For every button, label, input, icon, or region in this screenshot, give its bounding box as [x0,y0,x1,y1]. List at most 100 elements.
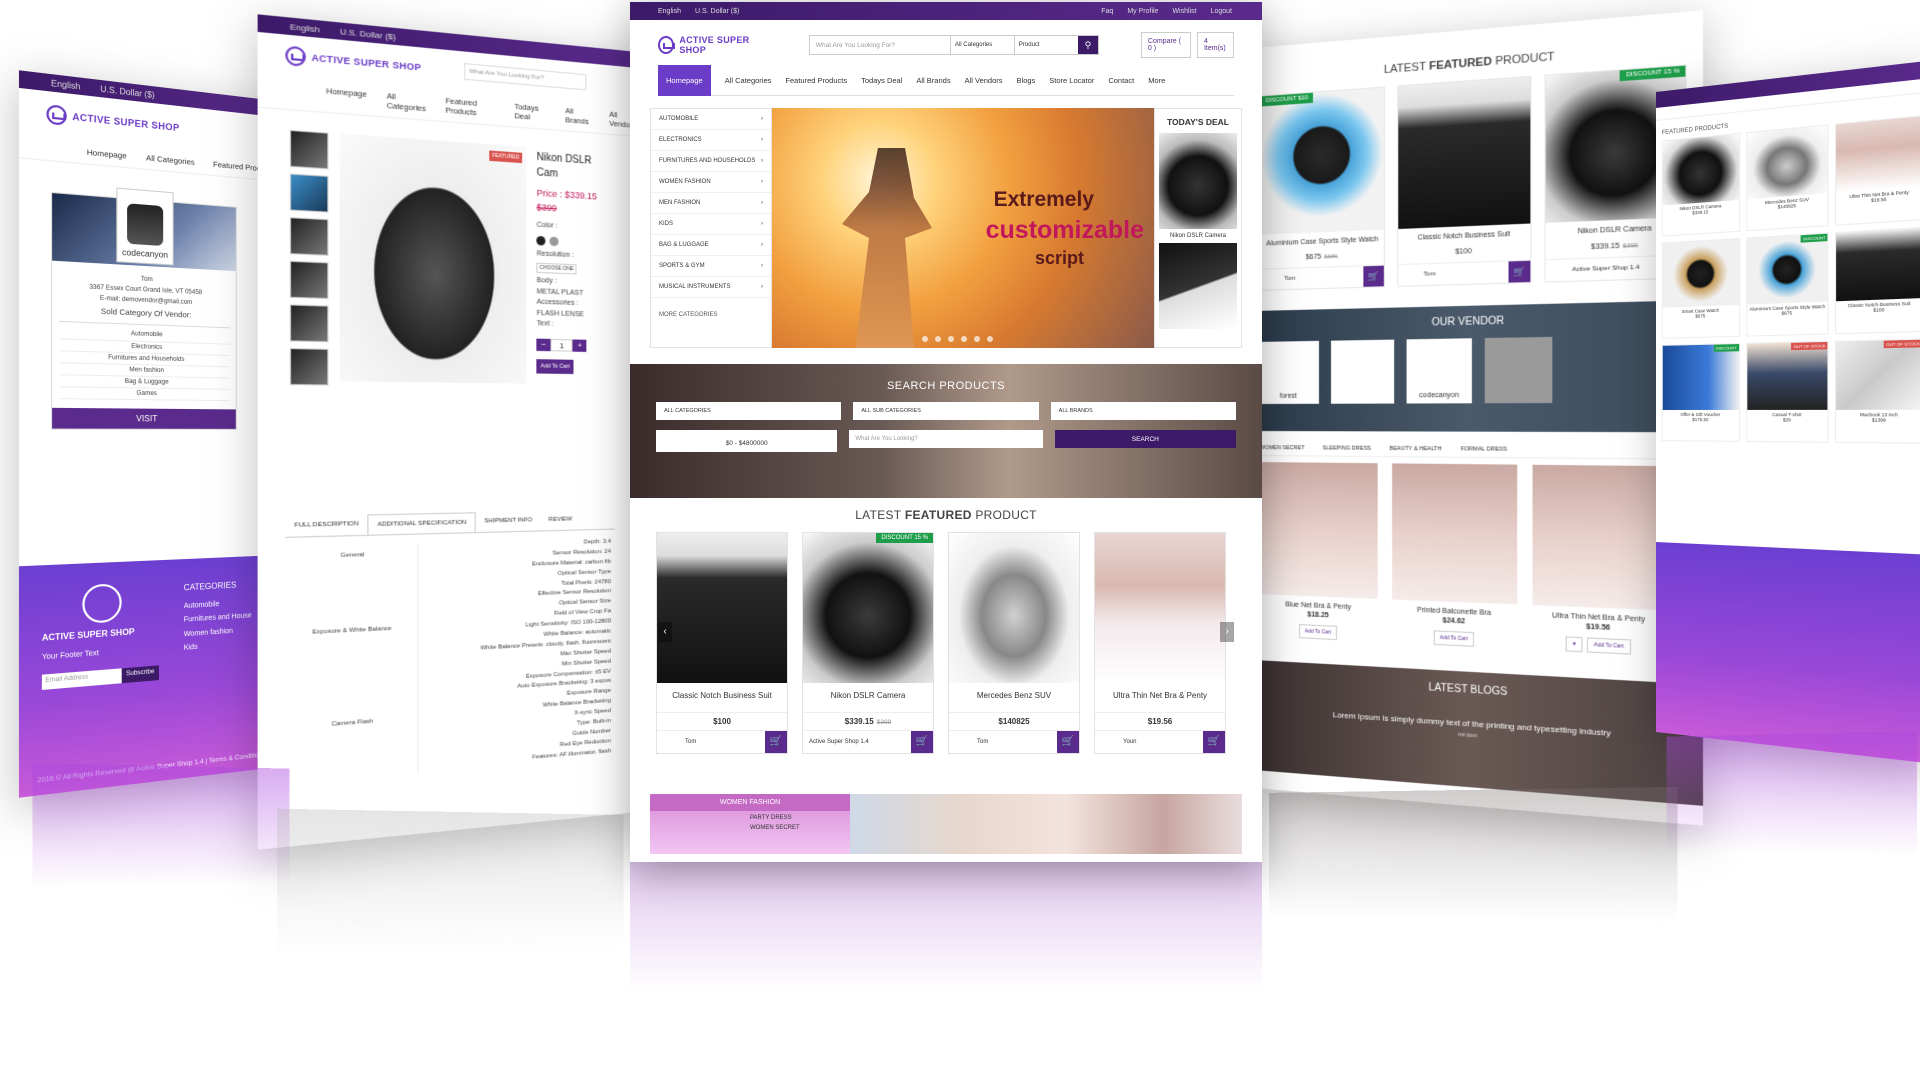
product-card[interactable]: Classic Notch Business Suit $100 Tom 🛒 [656,532,788,754]
product-image[interactable] [1836,339,1920,410]
tab-shipment-info[interactable]: SHIPMENT INFO [476,511,541,532]
color-swatch-black[interactable] [536,235,546,246]
subscribe-button[interactable]: Subscribe [121,665,159,684]
seller-name[interactable]: Tom [949,739,988,745]
slider-dot[interactable] [987,336,993,342]
product-image[interactable] [1260,87,1385,235]
cart-icon[interactable]: 🛒 [911,731,933,753]
search-input[interactable]: What Are You Looking For? [463,62,586,91]
deal-product-image[interactable] [1159,243,1237,329]
nav-contact[interactable]: Contact [1108,76,1134,85]
product-main-image[interactable]: FEATURED [339,133,527,384]
product-card[interactable]: DISCOUNT 15 % Nikon DSLR Camera $339.15 $… [802,532,934,754]
currency-select[interactable]: U.S. Dollar ($) [695,8,739,15]
seller-name[interactable]: Active Super Shop 1.4 [1545,265,1640,274]
nav-all-vendors[interactable]: All Vendors [965,76,1003,85]
vendor-avatar-icon[interactable] [1484,336,1553,404]
product-image[interactable] [1532,464,1666,611]
category-menu-item[interactable]: KIDS › [651,214,771,235]
site-logo[interactable]: ACTIVE SUPER SHOP [46,104,179,137]
product-image[interactable] [1259,462,1378,599]
vendor-logo[interactable]: codecanyon [1406,338,1472,404]
keyword-input[interactable]: What Are You Looking? [849,430,1043,448]
category-menu-item[interactable]: MEN FASHION › [651,193,771,214]
product-card[interactable]: Ultra Thin Net Bra & Penty $19.56 ♥ Add T… [1532,464,1666,657]
all-brands-select[interactable]: ALL BRANDS [1050,402,1236,420]
language-select[interactable]: English [290,21,320,34]
wishlist-heart-icon[interactable]: ♥ [1566,636,1583,653]
hero-slider[interactable]: Extremely customizable script [772,108,1154,348]
seller-name[interactable]: Active Super Shop 1.4 [803,739,869,745]
body-option-radio[interactable]: PLAST [561,289,583,297]
add-to-cart-button[interactable]: Add To Cart [536,358,574,374]
language-select[interactable]: English [658,8,681,15]
product-image[interactable] [1836,227,1920,302]
accessory-checkbox[interactable]: FLASH [537,309,560,317]
product-card[interactable]: Mercedes Benz SUV $140825 Tom 🛒 [948,532,1080,754]
tab-formal-dress[interactable]: FORMAL DRESS [1461,446,1507,453]
nav-store-locator[interactable]: Store Locator [1049,76,1094,85]
product-thumbnail[interactable] [289,129,329,170]
all-categories-select[interactable]: ALL CATEGORIES [656,402,842,420]
nav-all-brands[interactable]: All Brands [565,106,591,126]
tab-full-description[interactable]: FULL DESCRIPTION [285,514,367,536]
product-image[interactable] [1398,76,1530,230]
product-name[interactable]: Nikon DSLR Camera [803,683,933,713]
tab-beauty-health[interactable]: BEAUTY & HEALTH [1390,446,1442,453]
cart-icon[interactable]: 🛒 [1057,731,1079,753]
grid-product-card[interactable]: OUT OF STOCK Macbook 13 inch $1399 [1835,338,1920,444]
color-swatch-grey[interactable] [549,236,559,246]
product-image[interactable] [1746,233,1828,305]
category-select[interactable]: All Categories [949,36,1014,54]
search-button[interactable]: SEARCH [1054,430,1236,448]
nav-all-categories[interactable]: All Categories [387,91,426,113]
category-menu-item[interactable]: WOMEN FASHION › [651,172,771,193]
site-logo[interactable]: ACTIVE SUPER SHOP [285,45,421,77]
women-fashion-images[interactable] [850,794,1242,854]
resolution-select[interactable]: CHOOSE ONE [536,262,577,275]
product-name[interactable]: Mercedes Benz SUV [949,683,1079,713]
product-name[interactable]: Ultra Thin Net Bra & Penty [1095,683,1225,713]
product-image[interactable] [803,533,933,683]
qty-plus-button[interactable]: + [572,338,587,352]
women-fashion-link[interactable]: WOMEN SECRET [750,824,850,834]
price-range-slider[interactable]: $0 - $4800000 [656,430,838,452]
category-menu-item[interactable]: SPORTS & GYM › [651,256,771,277]
product-image[interactable] [1392,463,1518,605]
category-menu-item[interactable]: BAG & LUGGAGE › [651,235,771,256]
slider-dot[interactable] [935,336,941,342]
product-image[interactable] [1746,125,1828,200]
vendor-logo[interactable] [1331,339,1395,404]
product-thumbnail[interactable] [289,173,329,213]
category-menu-item[interactable]: MUSICAL INSTRUMENTS › [651,277,771,298]
product-image[interactable] [1746,341,1828,410]
grid-product-card[interactable]: Mercedes Benz SUV $140825 [1745,124,1829,232]
cart-button[interactable]: 4 Item(s) [1196,32,1234,58]
faq-link[interactable]: Faq [1101,8,1113,15]
category-menu-item[interactable]: AUTOMOBILE › [651,109,771,130]
product-card[interactable]: Classic Notch Business Suit $100 Tom 🛒 [1397,75,1532,287]
add-to-cart-button[interactable]: Add To Cart [1587,637,1631,655]
product-card[interactable]: Ultra Thin Net Bra & Penty $19.56 Youn 🛒 [1094,532,1226,754]
visit-button[interactable]: VISIT [52,408,236,430]
search-type-select[interactable]: Product [1013,36,1078,54]
language-select[interactable]: English [51,78,80,91]
body-option-radio[interactable]: METAL [537,288,560,296]
product-thumbnail[interactable] [289,260,329,300]
more-categories-link[interactable]: MORE CATEGORIES [651,298,771,325]
slider-dot[interactable] [922,336,928,342]
my-profile-link[interactable]: My Profile [1127,8,1158,15]
product-image[interactable] [1662,239,1739,308]
slider-dot[interactable] [948,336,954,342]
tab-women-secret[interactable]: WOMEN SECRET [1260,445,1305,451]
nav-featured-products[interactable]: Featured Products [445,96,495,119]
slider-dot[interactable] [974,336,980,342]
grid-product-card[interactable]: Classic Notch Business Suit $100 [1835,226,1920,335]
nav-todays-deal[interactable]: Todays Deal [861,76,902,85]
cart-icon[interactable]: 🛒 [1203,731,1225,753]
nav-featured-products[interactable]: Featured Products [785,76,847,85]
nav-homepage[interactable]: Homepage [326,86,367,109]
product-card[interactable]: Printed Balconette Bra $24.62 Add To Car… [1392,463,1518,649]
cart-icon[interactable]: 🛒 [765,731,787,753]
product-thumbnail[interactable] [289,304,329,343]
